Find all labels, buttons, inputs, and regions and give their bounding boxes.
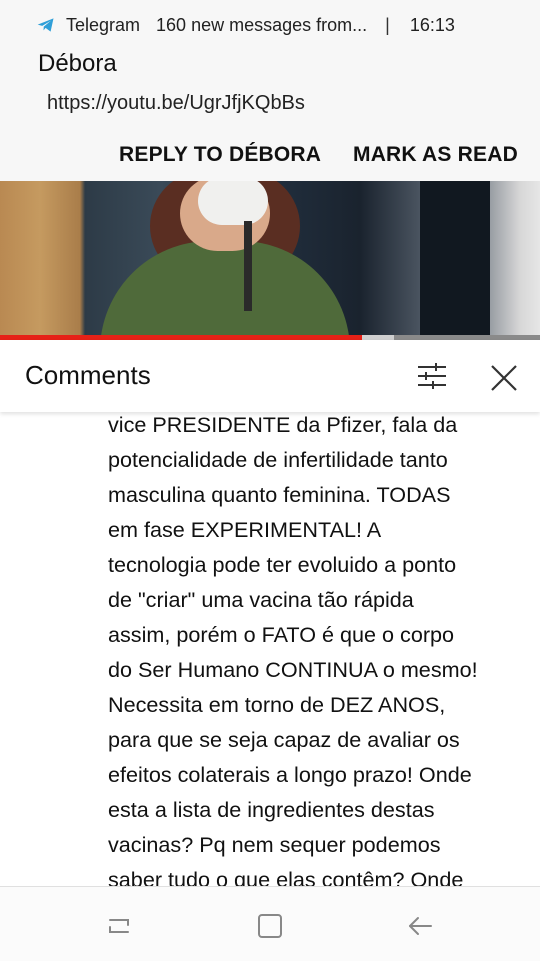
- comment-line: vacinas? Pq nem sequer podemos: [108, 832, 441, 857]
- notification-sender: Débora: [38, 50, 117, 77]
- recent-apps-icon[interactable]: [104, 911, 134, 941]
- notification-message[interactable]: https://youtu.be/UgrJfjKQbBs: [47, 92, 305, 115]
- filter-sliders-icon[interactable]: [416, 362, 448, 390]
- video-frame-detail: [100, 241, 350, 338]
- close-icon[interactable]: [488, 362, 520, 394]
- comment-line: esta a lista de ingredientes destas: [108, 797, 435, 822]
- comment-line: masculina quanto feminina. TODAS: [108, 482, 451, 507]
- notification-actions: REPLY TO DÉBORA MARK AS READ: [0, 143, 540, 171]
- comment-line: do Ser Humano CONTINUA o mesmo!: [108, 657, 478, 682]
- comment-line: potencialidade de infertilidade tanto: [108, 447, 448, 472]
- video-frame-detail: [198, 181, 268, 225]
- reply-button[interactable]: REPLY TO DÉBORA: [119, 143, 321, 167]
- video-frame-detail: [420, 181, 490, 338]
- comment-line: efeitos colaterais a longo prazo! Onde: [108, 762, 472, 787]
- telegram-notification[interactable]: Telegram 160 new messages from... | 16:1…: [0, 0, 540, 181]
- navigation-bar: [0, 886, 540, 961]
- comment-line: assim, porém o FATO é que o corpo: [108, 622, 455, 647]
- notification-separator: |: [385, 14, 390, 35]
- video-player[interactable]: [0, 181, 540, 338]
- comments-header: Comments: [0, 340, 540, 412]
- comments-title: Comments: [25, 360, 151, 390]
- comment-line: vice PRESIDENTE da Pfizer, fala da: [108, 412, 458, 437]
- back-arrow-icon[interactable]: [405, 911, 435, 941]
- telegram-icon: [37, 18, 54, 32]
- notification-time: 16:13: [409, 14, 455, 35]
- comment-line: tecnologia pode ter evoluido a ponto: [108, 552, 457, 577]
- notification-summary: 160 new messages from...: [156, 14, 368, 35]
- comment-line: para que se seja capaz de avaliar os: [108, 727, 460, 752]
- mark-as-read-button[interactable]: MARK AS READ: [353, 143, 518, 167]
- comment-text: vice PRESIDENTE da Pfizer, fala da poten…: [108, 407, 528, 897]
- home-icon[interactable]: [255, 911, 285, 941]
- comment-line: Necessita em torno de DEZ ANOS,: [108, 692, 446, 717]
- comment-line: de "criar" uma vacina tão rápida: [108, 587, 414, 612]
- notification-header: Telegram 160 new messages from... | 16:1…: [36, 12, 455, 38]
- notification-app-name: Telegram: [66, 14, 141, 35]
- comment-line: em fase EXPERIMENTAL! A: [108, 517, 382, 542]
- video-frame-detail: [244, 221, 252, 311]
